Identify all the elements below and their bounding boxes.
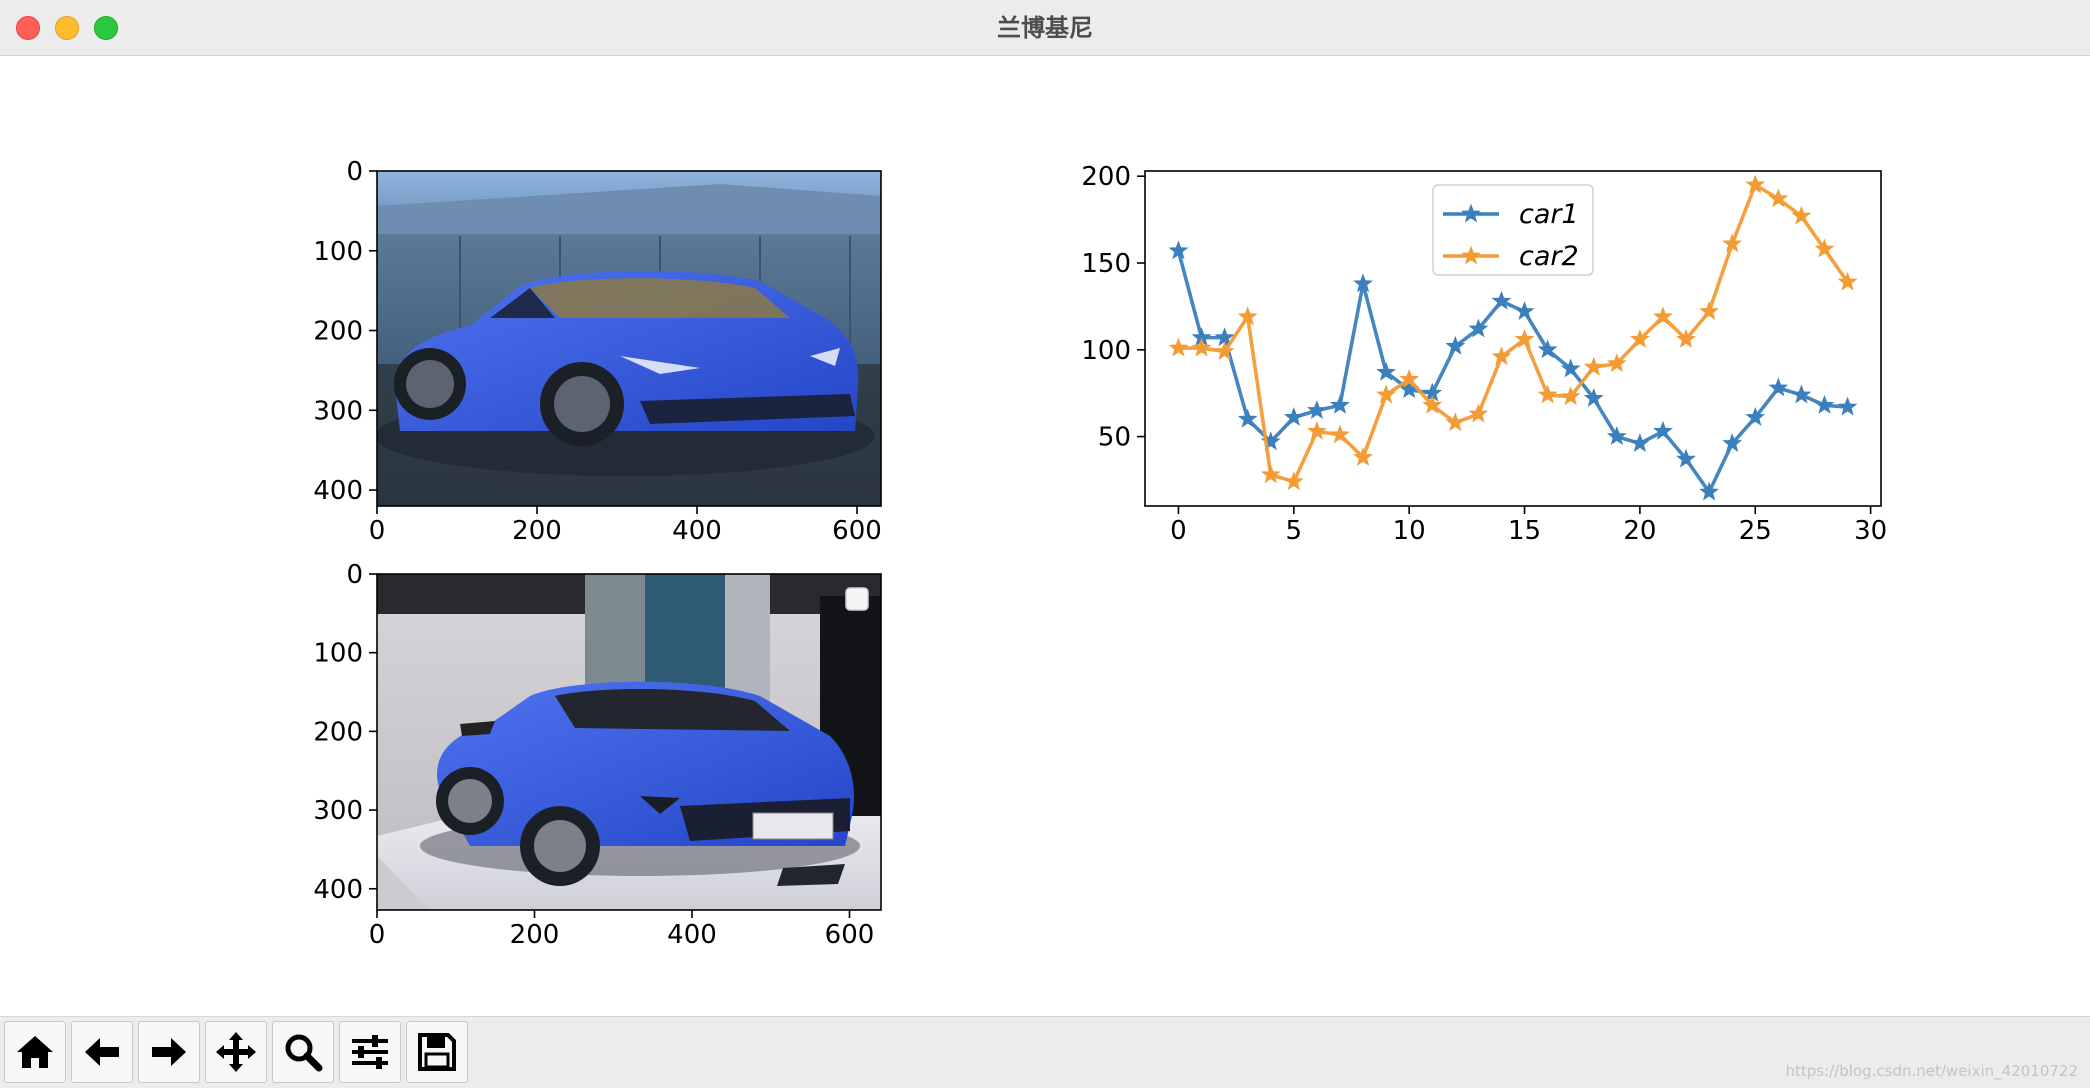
img1-x-tick-label: 600 bbox=[832, 516, 882, 546]
img2-y-tick-label: 300 bbox=[313, 796, 363, 826]
img1-x-tick-label: 400 bbox=[672, 516, 722, 546]
img1-y-tick-label: 0 bbox=[346, 157, 363, 187]
configure-subplots-button[interactable] bbox=[339, 1021, 401, 1083]
point-car2 bbox=[1168, 337, 1189, 357]
point-car2 bbox=[1260, 464, 1281, 484]
line-y-tick-label: 200 bbox=[1081, 162, 1131, 192]
zoom-button[interactable] bbox=[272, 1021, 334, 1083]
save-button[interactable] bbox=[406, 1021, 468, 1083]
img1-y-tick-label: 400 bbox=[313, 476, 363, 506]
line-x-tick-label: 20 bbox=[1623, 516, 1656, 546]
car-photo-2 bbox=[377, 574, 881, 910]
point-car2 bbox=[1537, 384, 1558, 404]
point-car1 bbox=[1306, 400, 1327, 419]
toolbar: https://blog.csdn.net/weixin_42010722 bbox=[0, 1016, 2090, 1088]
point-car1 bbox=[1791, 384, 1812, 404]
line-x-tick-label: 25 bbox=[1739, 516, 1772, 546]
img2-y-tick-label: 400 bbox=[313, 875, 363, 905]
back-button[interactable] bbox=[71, 1021, 133, 1083]
line-x-tick-label: 0 bbox=[1170, 516, 1187, 546]
floppy-disk-icon bbox=[418, 1033, 456, 1071]
window-title: 兰博基尼 bbox=[997, 14, 1093, 42]
home-icon bbox=[17, 1036, 53, 1068]
line-x-tick-label: 10 bbox=[1393, 516, 1426, 546]
img2-y-tick-label: 100 bbox=[313, 639, 363, 669]
point-car2 bbox=[1306, 420, 1327, 440]
img2-x-tick-label: 400 bbox=[667, 920, 717, 950]
magnifier-icon bbox=[285, 1034, 323, 1072]
empty-legend-box bbox=[845, 587, 869, 611]
img1-x-tick-label: 200 bbox=[512, 516, 562, 546]
img1-x-tick-label: 0 bbox=[369, 516, 386, 546]
forward-button[interactable] bbox=[138, 1021, 200, 1083]
point-car2 bbox=[1191, 337, 1212, 357]
point-car1 bbox=[1837, 396, 1858, 416]
point-car1 bbox=[1514, 301, 1535, 321]
car-photo-1 bbox=[377, 171, 881, 506]
img1-y-tick-label: 300 bbox=[313, 396, 363, 426]
arrow-right-icon bbox=[152, 1038, 186, 1066]
pan-button[interactable] bbox=[205, 1021, 267, 1083]
line-y-tick-label: 150 bbox=[1081, 249, 1131, 279]
title-bar: 兰博基尼 bbox=[0, 0, 2090, 56]
line-x-tick-label: 15 bbox=[1508, 516, 1541, 546]
legend: car1 car2 bbox=[1432, 184, 1594, 276]
legend-label-car1: car1 bbox=[1519, 199, 1579, 230]
point-car2 bbox=[1283, 471, 1304, 491]
sliders-icon bbox=[352, 1035, 388, 1069]
line-y-tick-label: 50 bbox=[1098, 423, 1131, 453]
line-x-tick-label: 30 bbox=[1854, 516, 1887, 546]
move-icon bbox=[216, 1032, 256, 1072]
line-y-tick-label: 100 bbox=[1081, 336, 1131, 366]
watermark: https://blog.csdn.net/weixin_42010722 bbox=[1785, 1062, 2078, 1080]
figure-canvas[interactable]: 0 200 400 600 0 100 200 300 400 0 200 400 600 0 100 20… bbox=[0, 56, 2090, 1016]
img2-y-tick-label: 0 bbox=[346, 560, 363, 590]
image-subplot-2 bbox=[376, 573, 882, 911]
series-line-car1 bbox=[1176, 250, 1848, 494]
img1-y-tick-label: 100 bbox=[313, 237, 363, 267]
img1-y-tick-label: 200 bbox=[313, 317, 363, 347]
line-x-tick-label: 5 bbox=[1286, 516, 1303, 546]
img2-y-tick-label: 200 bbox=[313, 717, 363, 747]
point-car1 bbox=[1629, 433, 1650, 452]
arrow-left-icon bbox=[85, 1038, 119, 1066]
image-subplot-1 bbox=[376, 170, 882, 507]
img2-x-tick-label: 0 bbox=[369, 920, 386, 950]
point-car2 bbox=[1468, 403, 1489, 423]
app-window: 兰博基尼 0 200 400 600 0 100 200 300 400 0 2… bbox=[0, 0, 2090, 1088]
point-car1 bbox=[1330, 394, 1350, 414]
line-chart: 0 5 10 15 20 25 30 50 100 150 200 car1 car2 bbox=[1081, 162, 1887, 546]
img2-x-tick-label: 600 bbox=[825, 920, 875, 950]
legend-label-car2: car2 bbox=[1519, 241, 1579, 272]
img2-x-tick-label: 200 bbox=[510, 920, 560, 950]
point-car1 bbox=[1814, 394, 1835, 414]
home-button[interactable] bbox=[4, 1021, 66, 1083]
